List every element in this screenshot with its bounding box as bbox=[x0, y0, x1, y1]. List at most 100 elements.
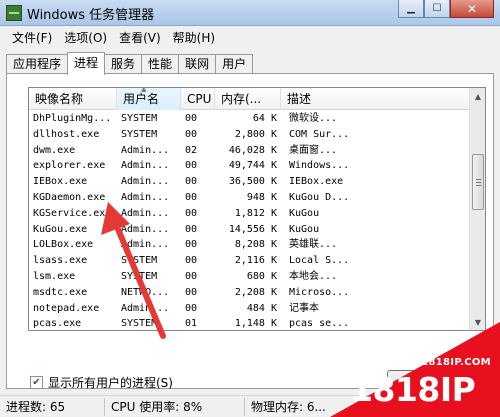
table-row[interactable]: LOLBox.exe Admin... 00 8,208 K 英雄联... bbox=[29, 237, 471, 253]
process-cpu-cell: 00 bbox=[185, 128, 198, 140]
status-cpu-usage: CPU 使用率: 8% bbox=[105, 397, 245, 416]
process-cpu-cell: 00 bbox=[185, 207, 198, 219]
column-header-user-name[interactable]: ▲ 用户名 bbox=[117, 88, 181, 110]
process-name-cell: pcas.exe bbox=[33, 318, 82, 330]
table-row[interactable]: explorer.exe Admin... 00 49,744 K Windows... bbox=[29, 158, 471, 174]
table-row[interactable]: KuGou.exe Admin... 00 14,556 K KuGou bbox=[29, 222, 471, 238]
process-user-cell: Admin... bbox=[121, 207, 170, 219]
process-name-cell: KGService.exe bbox=[33, 207, 112, 219]
minimize-button[interactable]: ▁ bbox=[398, 0, 424, 18]
process-description-cell: KuGou bbox=[289, 223, 320, 235]
tab-processes[interactable]: 进程 bbox=[67, 52, 106, 75]
process-memory-cell: 14,556 K bbox=[228, 223, 277, 235]
menu-bar: 文件(F) 选项(O) 查看(V) 帮助(H) bbox=[0, 26, 500, 48]
process-cpu-cell: 00 bbox=[185, 286, 198, 298]
process-description-cell: KuGou bbox=[289, 207, 320, 219]
process-memory-cell: 1,148 K bbox=[234, 318, 277, 330]
process-user-cell: Admin... bbox=[121, 223, 170, 235]
process-name-cell: KuGou.exe bbox=[33, 223, 88, 235]
process-memory-cell: 1,812 K bbox=[234, 207, 277, 219]
process-description-cell: IEBox.exe bbox=[289, 176, 344, 188]
scroll-up-icon[interactable]: ▲ bbox=[470, 88, 485, 104]
tab-performance[interactable]: 性能 bbox=[141, 54, 180, 74]
process-cpu-cell: 00 bbox=[185, 239, 198, 251]
process-memory-cell: 46,028 K bbox=[228, 144, 277, 156]
show-all-users-checkbox[interactable]: ✔ bbox=[30, 376, 43, 389]
table-row[interactable]: dllhost.exe SYSTEM 00 2,800 K COM Sur... bbox=[29, 127, 471, 143]
tab-users[interactable]: 用户 bbox=[215, 54, 254, 74]
process-name-cell: KGDaemon.exe bbox=[33, 191, 106, 203]
table-row[interactable]: KGDaemon.exe Admin... 00 948 K KuGou D... bbox=[29, 190, 471, 206]
process-description-cell: Windows... bbox=[289, 160, 350, 172]
process-memory-cell: 680 K bbox=[246, 270, 277, 282]
table-row[interactable]: IEBox.exe Admin... 00 36,500 K IEBox.exe bbox=[29, 174, 471, 190]
table-row[interactable]: lsm.exe SYSTEM 00 680 K 本地会... bbox=[29, 269, 471, 285]
process-description-cell: KuGou D... bbox=[289, 191, 350, 203]
process-memory-cell: 8,208 K bbox=[234, 239, 277, 251]
process-rows: DhPluginMg... SYSTEM 00 64 K 微软设... dllhost.e… bbox=[29, 111, 471, 330]
process-user-cell: Admin... bbox=[121, 160, 170, 172]
process-user-cell: Admin... bbox=[121, 239, 170, 251]
process-list[interactable]: 映像名称 ▲ 用户名 CPU 内存(... 描述 DhPluginMg... SY… bbox=[28, 87, 486, 331]
process-cpu-cell: 00 bbox=[185, 302, 198, 314]
vertical-scrollbar[interactable]: ▲ ▼ bbox=[469, 88, 485, 330]
process-cpu-cell: 02 bbox=[185, 144, 198, 156]
process-name-cell: lsass.exe bbox=[33, 255, 88, 267]
table-row[interactable]: DhPluginMg... SYSTEM 00 64 K 微软设... bbox=[29, 111, 471, 127]
menu-options[interactable]: 选项(O) bbox=[58, 29, 113, 46]
process-user-cell: Admin... bbox=[121, 302, 170, 314]
process-description-cell: 微软设... bbox=[289, 113, 338, 124]
window-title: Windows 任务管理器 bbox=[27, 8, 155, 23]
process-user-cell: SYSTEM bbox=[121, 318, 158, 330]
process-name-cell: msdtc.exe bbox=[33, 286, 88, 298]
process-memory-cell: 2,208 K bbox=[234, 286, 277, 298]
table-row[interactable]: notepad.exe Admin... 00 484 K 记事本 bbox=[29, 301, 471, 317]
process-user-cell: SYSTEM bbox=[121, 128, 158, 140]
status-process-count: 进程数: 65 bbox=[0, 397, 105, 416]
process-description-cell: 桌面窗... bbox=[289, 144, 338, 156]
tab-services[interactable]: 服务 bbox=[104, 54, 143, 74]
table-row[interactable]: KGService.exe Admin... 00 1,812 K KuGou bbox=[29, 206, 471, 222]
scroll-down-icon[interactable]: ▼ bbox=[470, 314, 485, 330]
sort-arrow-icon: ▲ bbox=[141, 88, 147, 93]
process-description-cell: COM Sur... bbox=[289, 128, 350, 140]
process-user-cell: Admin... bbox=[121, 144, 170, 156]
process-description-cell: 记事本 bbox=[289, 302, 319, 314]
process-name-cell: DhPluginMg... bbox=[33, 113, 112, 124]
process-cpu-cell: 00 bbox=[185, 223, 198, 235]
client-area: 应用程序 进程 服务 性能 联网 用户 映像名称 ▲ 用户名 CPU 内存(..… bbox=[0, 48, 500, 395]
column-header-image-name[interactable]: 映像名称 bbox=[29, 88, 117, 110]
column-header-cpu[interactable]: CPU bbox=[181, 88, 215, 110]
show-all-users-option[interactable]: ✔ 显示所有用户的进程(S) bbox=[30, 374, 173, 391]
process-user-cell: Admin... bbox=[121, 191, 170, 203]
tab-applications[interactable]: 应用程序 bbox=[6, 54, 69, 74]
process-cpu-cell: 00 bbox=[185, 160, 198, 172]
table-row[interactable]: msdtc.exe NETWO... 00 2,208 K Microso... bbox=[29, 285, 471, 301]
column-header-memory[interactable]: 内存(... bbox=[215, 88, 281, 110]
close-button[interactable]: ✕ bbox=[450, 0, 494, 18]
process-memory-cell: 2,800 K bbox=[234, 128, 277, 140]
process-memory-cell: 49,744 K bbox=[228, 160, 277, 172]
process-user-cell: SYSTEM bbox=[121, 270, 158, 282]
process-name-cell: IEBox.exe bbox=[33, 176, 88, 188]
app-icon bbox=[6, 5, 22, 21]
table-row[interactable]: dwm.exe Admin... 02 46,028 K 桌面窗... bbox=[29, 143, 471, 159]
menu-view[interactable]: 查看(V) bbox=[113, 29, 167, 46]
process-cpu-cell: 00 bbox=[185, 176, 198, 188]
table-row[interactable]: pcas.exe SYSTEM 01 1,148 K pcas se... bbox=[29, 316, 471, 330]
process-memory-cell: 948 K bbox=[246, 191, 277, 203]
menu-help[interactable]: 帮助(H) bbox=[167, 29, 221, 46]
column-header-description[interactable]: 描述 bbox=[281, 88, 471, 110]
tab-networking[interactable]: 联网 bbox=[178, 54, 217, 74]
process-cpu-cell: 01 bbox=[185, 318, 198, 330]
process-cpu-cell: 00 bbox=[185, 255, 198, 267]
window-controls: ▁ ☐ ✕ bbox=[398, 0, 494, 20]
maximize-button[interactable]: ☐ bbox=[424, 0, 450, 18]
show-all-users-label: 显示所有用户的进程(S) bbox=[48, 376, 173, 390]
check-icon: ✔ bbox=[32, 377, 41, 388]
menu-file[interactable]: 文件(F) bbox=[6, 29, 58, 46]
watermark-url: WWW.1818IP.COM bbox=[384, 357, 491, 368]
scrollbar-thumb[interactable] bbox=[472, 154, 484, 210]
table-row[interactable]: lsass.exe SYSTEM 00 2,116 K Local S... bbox=[29, 253, 471, 269]
process-description-cell: Microso... bbox=[289, 286, 350, 298]
